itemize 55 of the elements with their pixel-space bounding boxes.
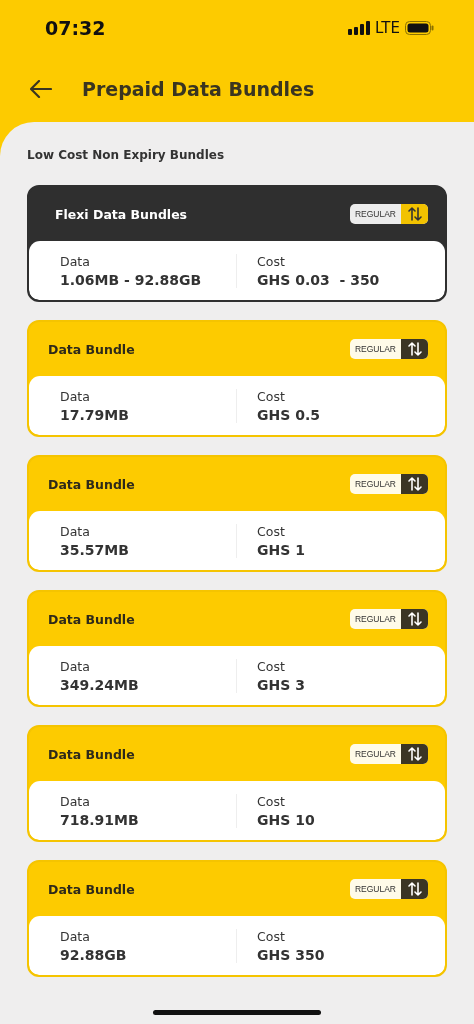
bundle-title: Data Bundle <box>48 746 135 762</box>
signal-icon <box>348 20 371 35</box>
swap-arrows-icon <box>406 207 423 221</box>
cost-label: Cost <box>257 928 286 944</box>
page-title: Prepaid Data Bundles <box>82 77 315 100</box>
bundle-title: Data Bundle <box>48 476 135 492</box>
cost-value: GHS 3 <box>257 676 306 693</box>
regular-toggle[interactable]: REGULAR <box>349 744 428 764</box>
bundle-card[interactable]: Data Bundle REGULAR Data 349.24MB Cost GHS 3 <box>27 590 447 707</box>
network-type: LTE <box>375 18 400 37</box>
data-label: Data <box>60 523 91 539</box>
data-label: Data <box>60 253 91 269</box>
data-label: Data <box>60 928 91 944</box>
bundle-card[interactable]: Data Bundle REGULAR Data 718.91MB Cost GHS 10 <box>27 725 447 842</box>
cost-label: Cost <box>257 793 286 809</box>
data-label: Data <box>60 793 91 809</box>
cost-value: GHS 10 <box>257 811 316 828</box>
data-value: 1.06MB - 92.88GB <box>60 271 203 288</box>
bundle-card[interactable]: Flexi Data Bundles REGULAR Data 1.06MB - 92.88GB Cost GHS 0.03 - 350 <box>27 185 447 302</box>
cost-value: GHS 0.5 <box>257 406 321 423</box>
data-value: 35.57MB <box>60 541 130 558</box>
data-value: 92.88GB <box>60 946 128 963</box>
swap-arrows-icon <box>406 882 423 896</box>
data-value: 349.24MB <box>60 676 140 693</box>
bundle-title: Data Bundle <box>48 341 135 357</box>
swap-arrows-icon <box>406 612 423 626</box>
data-label: Data <box>60 388 91 404</box>
swap-arrows-icon <box>406 747 423 761</box>
data-value: 17.79MB <box>60 406 130 423</box>
swap-arrows-icon <box>406 477 423 491</box>
cost-label: Cost <box>257 253 286 269</box>
status-time: 07:32 <box>45 16 106 39</box>
cost-value: GHS 1 <box>257 541 306 558</box>
back-arrow-icon[interactable] <box>30 79 52 98</box>
bundle-card[interactable]: Data Bundle REGULAR Data 92.88GB Cost GHS 350 <box>27 860 447 977</box>
cost-label: Cost <box>257 523 286 539</box>
cost-value: GHS 350 <box>257 946 326 963</box>
regular-toggle[interactable]: REGULAR <box>349 204 428 224</box>
cost-label: Cost <box>257 388 286 404</box>
cost-value: GHS 0.03 - 350 <box>257 271 381 288</box>
regular-toggle[interactable]: REGULAR <box>349 879 428 899</box>
swap-arrows-icon <box>406 342 423 356</box>
bundle-title: Data Bundle <box>48 881 135 897</box>
section-title: Low Cost Non Expiry Bundles <box>27 148 226 162</box>
regular-toggle[interactable]: REGULAR <box>349 609 428 629</box>
cost-label: Cost <box>257 658 286 674</box>
bundle-title: Data Bundle <box>48 611 135 627</box>
bundle-title: Flexi Data Bundles <box>55 206 188 222</box>
bundle-card[interactable]: Data Bundle REGULAR Data 17.79MB Cost GHS 0.5 <box>27 320 447 437</box>
regular-toggle[interactable]: REGULAR <box>349 339 428 359</box>
regular-toggle[interactable]: REGULAR <box>349 474 428 494</box>
bundle-card[interactable]: Data Bundle REGULAR Data 35.57MB Cost GHS 1 <box>27 455 447 572</box>
data-value: 718.91MB <box>60 811 140 828</box>
data-label: Data <box>60 658 91 674</box>
battery-icon <box>405 20 434 35</box>
